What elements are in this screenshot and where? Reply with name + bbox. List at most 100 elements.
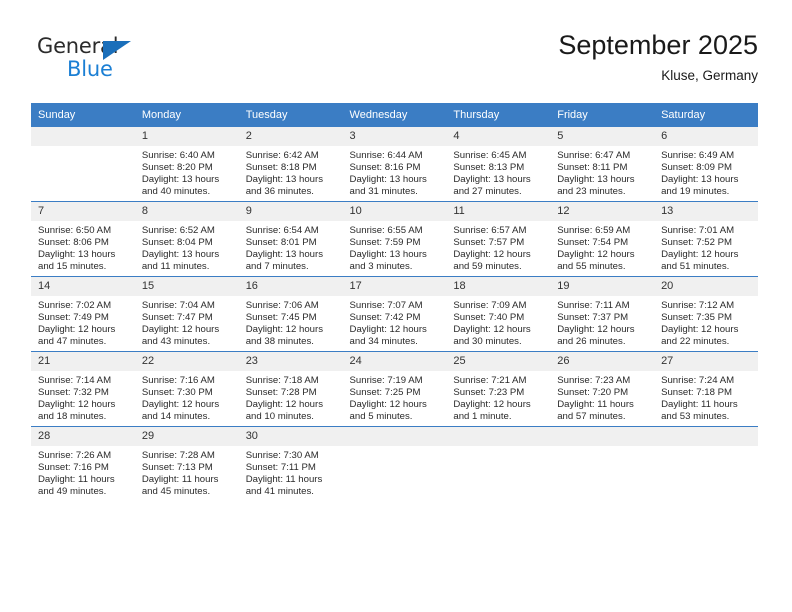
daylight-text: Daylight: 11 hours (557, 399, 634, 411)
sunset-text: Sunset: 7:30 PM (141, 387, 213, 399)
calendar-day-cell[interactable]: 22 Sunrise: 7:16 AM Sunset: 7:30 PM Dayligh… (134, 351, 239, 427)
daylight-text: Daylight: 11 hours (38, 474, 115, 486)
day-details: Sunrise: 7:18 AM Sunset: 7:28 PM Daylight:… (239, 371, 343, 423)
daylight-text: Daylight: 11 hours (245, 474, 323, 486)
daylight-text: Daylight: 12 hours (661, 324, 739, 336)
calendar-day-cell[interactable]: 21 Sunrise: 7:14 AM Sunset: 7:32 PM Dayligh… (31, 351, 135, 427)
sunset-text: Sunset: 7:35 PM (661, 312, 732, 324)
calendar-day-cell[interactable]: 29 Sunrise: 7:28 AM Sunset: 7:13 PM Dayligh… (134, 426, 239, 501)
daylight-text: Daylight: 12 hours (661, 249, 739, 261)
sunrise-text: Sunrise: 7:19 AM (349, 375, 423, 386)
daylight-text-cont: and 41 minutes. (245, 486, 314, 498)
day-number: 7 (31, 202, 135, 221)
daylight-text-cont: and 36 minutes. (245, 186, 314, 198)
day-number: 29 (134, 427, 239, 446)
daylight-text: Daylight: 12 hours (453, 324, 531, 336)
day-details: Sunrise: 6:40 AM Sunset: 8:20 PM Daylight:… (135, 146, 239, 198)
daylight-text: Daylight: 13 hours (141, 249, 220, 261)
weekday-header-thursday: Thursday (446, 103, 551, 127)
calendar-day-cell[interactable]: 25 Sunrise: 7:21 AM Sunset: 7:23 PM Dayligh… (446, 351, 551, 427)
sunset-text: Sunset: 7:16 PM (38, 462, 109, 474)
calendar-day-cell[interactable]: 6 Sunrise: 6:49 AM Sunset: 8:09 PM Daylight… (654, 126, 758, 202)
daylight-text: Daylight: 12 hours (453, 399, 531, 411)
day-details: Sunrise: 7:30 AM Sunset: 7:11 PM Daylight:… (239, 446, 343, 498)
sunset-text: Sunset: 7:18 PM (661, 387, 732, 399)
calendar-day-cell[interactable]: 1 Sunrise: 6:40 AM Sunset: 8:20 PM Daylight… (134, 126, 239, 202)
day-number: 11 (446, 202, 551, 221)
daylight-text: Daylight: 13 hours (349, 249, 427, 261)
sunset-text: Sunset: 8:09 PM (661, 162, 732, 174)
calendar-day-cell[interactable]: 18 Sunrise: 7:09 AM Sunset: 7:40 PM Dayligh… (446, 276, 551, 352)
calendar-day-cell[interactable]: 24 Sunrise: 7:19 AM Sunset: 7:25 PM Dayligh… (342, 351, 447, 427)
sunset-text: Sunset: 8:16 PM (349, 162, 421, 174)
daylight-text: Daylight: 13 hours (557, 174, 635, 186)
day-details: Sunrise: 7:02 AM Sunset: 7:49 PM Daylight:… (31, 296, 135, 348)
calendar-day-cell[interactable]: 8 Sunrise: 6:52 AM Sunset: 8:04 PM Daylight… (134, 201, 239, 277)
calendar-day-cell[interactable]: 7 Sunrise: 6:50 AM Sunset: 8:06 PM Daylight… (31, 201, 135, 277)
day-number: 16 (238, 277, 343, 296)
daylight-text: Daylight: 13 hours (141, 174, 220, 186)
day-number: 25 (446, 352, 551, 371)
sunset-text: Sunset: 7:32 PM (38, 387, 109, 399)
sunrise-text: Sunrise: 7:01 AM (661, 225, 735, 236)
daylight-text-cont: and 55 minutes. (557, 261, 626, 273)
calendar-day-cell[interactable]: 14 Sunrise: 7:02 AM Sunset: 7:49 PM Dayligh… (31, 276, 135, 352)
calendar-day-cell[interactable]: 15 Sunrise: 7:04 AM Sunset: 7:47 PM Dayligh… (134, 276, 239, 352)
calendar-day-cell[interactable]: 17 Sunrise: 7:07 AM Sunset: 7:42 PM Dayligh… (342, 276, 447, 352)
weekday-header-row: Sunday Monday Tuesday Wednesday Thursday… (31, 103, 758, 127)
daylight-text-cont: and 31 minutes. (349, 186, 418, 198)
calendar-day-cell-empty (342, 426, 447, 501)
sunset-text: Sunset: 7:13 PM (141, 462, 213, 474)
calendar-day-cell[interactable]: 27 Sunrise: 7:24 AM Sunset: 7:18 PM Dayligh… (654, 351, 758, 427)
daylight-text: Daylight: 13 hours (661, 174, 739, 186)
calendar-day-cell[interactable]: 13 Sunrise: 7:01 AM Sunset: 7:52 PM Dayligh… (654, 201, 758, 277)
sunset-text: Sunset: 7:49 PM (38, 312, 109, 324)
day-number (550, 427, 655, 446)
day-details: Sunrise: 7:14 AM Sunset: 7:32 PM Daylight:… (31, 371, 135, 423)
calendar-day-cell[interactable]: 19 Sunrise: 7:11 AM Sunset: 7:37 PM Dayligh… (550, 276, 655, 352)
calendar-week-row: 7 Sunrise: 6:50 AM Sunset: 8:06 PM Daylight… (31, 201, 758, 277)
generalblue-logo[interactable]: General Blue (37, 34, 167, 88)
calendar-day-cell[interactable]: 11 Sunrise: 6:57 AM Sunset: 7:57 PM Dayligh… (446, 201, 551, 277)
day-number: 24 (342, 352, 447, 371)
calendar-day-cell[interactable]: 23 Sunrise: 7:18 AM Sunset: 7:28 PM Dayligh… (238, 351, 343, 427)
day-number: 9 (238, 202, 343, 221)
day-details: Sunrise: 7:11 AM Sunset: 7:37 PM Daylight:… (550, 296, 654, 348)
calendar-day-cell[interactable]: 10 Sunrise: 6:55 AM Sunset: 7:59 PM Dayligh… (342, 201, 447, 277)
calendar-day-cell[interactable]: 5 Sunrise: 6:47 AM Sunset: 8:11 PM Daylight… (550, 126, 655, 202)
daylight-text: Daylight: 13 hours (245, 249, 324, 261)
sunset-text: Sunset: 8:04 PM (141, 237, 213, 249)
daylight-text: Daylight: 12 hours (349, 399, 427, 411)
sunset-text: Sunset: 7:28 PM (245, 387, 317, 399)
sunrise-text: Sunrise: 7:07 AM (349, 300, 423, 311)
calendar-day-cell[interactable]: 26 Sunrise: 7:23 AM Sunset: 7:20 PM Dayligh… (550, 351, 655, 427)
daylight-text: Daylight: 12 hours (453, 249, 531, 261)
calendar-day-cell[interactable]: 20 Sunrise: 7:12 AM Sunset: 7:35 PM Dayligh… (654, 276, 758, 352)
calendar-day-cell[interactable]: 16 Sunrise: 7:06 AM Sunset: 7:45 PM Dayligh… (238, 276, 343, 352)
calendar-day-cell[interactable]: 2 Sunrise: 6:42 AM Sunset: 8:18 PM Daylight… (238, 126, 343, 202)
sunrise-text: Sunrise: 6:50 AM (38, 225, 112, 236)
day-number: 8 (134, 202, 239, 221)
calendar-day-cell[interactable]: 28 Sunrise: 7:26 AM Sunset: 7:16 PM Dayligh… (31, 426, 135, 501)
day-number (342, 427, 447, 446)
calendar-day-cell[interactable]: 3 Sunrise: 6:44 AM Sunset: 8:16 PM Daylight… (342, 126, 447, 202)
calendar-day-cell[interactable]: 12 Sunrise: 6:59 AM Sunset: 7:54 PM Dayligh… (550, 201, 655, 277)
sunset-text: Sunset: 8:01 PM (245, 237, 317, 249)
day-details: Sunrise: 6:49 AM Sunset: 8:09 PM Daylight:… (654, 146, 758, 198)
weekday-header-monday: Monday (134, 103, 239, 127)
daylight-text: Daylight: 12 hours (38, 399, 116, 411)
sunset-text: Sunset: 7:11 PM (245, 462, 316, 474)
sunrise-text: Sunrise: 7:06 AM (245, 300, 319, 311)
day-number: 4 (446, 127, 551, 146)
calendar-day-cell-empty (550, 426, 655, 501)
sunrise-text: Sunrise: 7:28 AM (141, 450, 215, 461)
calendar-day-cell[interactable]: 4 Sunrise: 6:45 AM Sunset: 8:13 PM Daylight… (446, 126, 551, 202)
daylight-text-cont: and 19 minutes. (661, 186, 730, 198)
sunrise-text: Sunrise: 7:24 AM (661, 375, 735, 386)
calendar-day-cell-empty (654, 426, 758, 501)
calendar-day-cell[interactable]: 9 Sunrise: 6:54 AM Sunset: 8:01 PM Daylight… (238, 201, 343, 277)
calendar-day-cell[interactable]: 30 Sunrise: 7:30 AM Sunset: 7:11 PM Dayligh… (238, 426, 343, 501)
sunset-text: Sunset: 8:13 PM (453, 162, 525, 174)
day-number: 22 (134, 352, 239, 371)
sunset-text: Sunset: 8:20 PM (141, 162, 213, 174)
